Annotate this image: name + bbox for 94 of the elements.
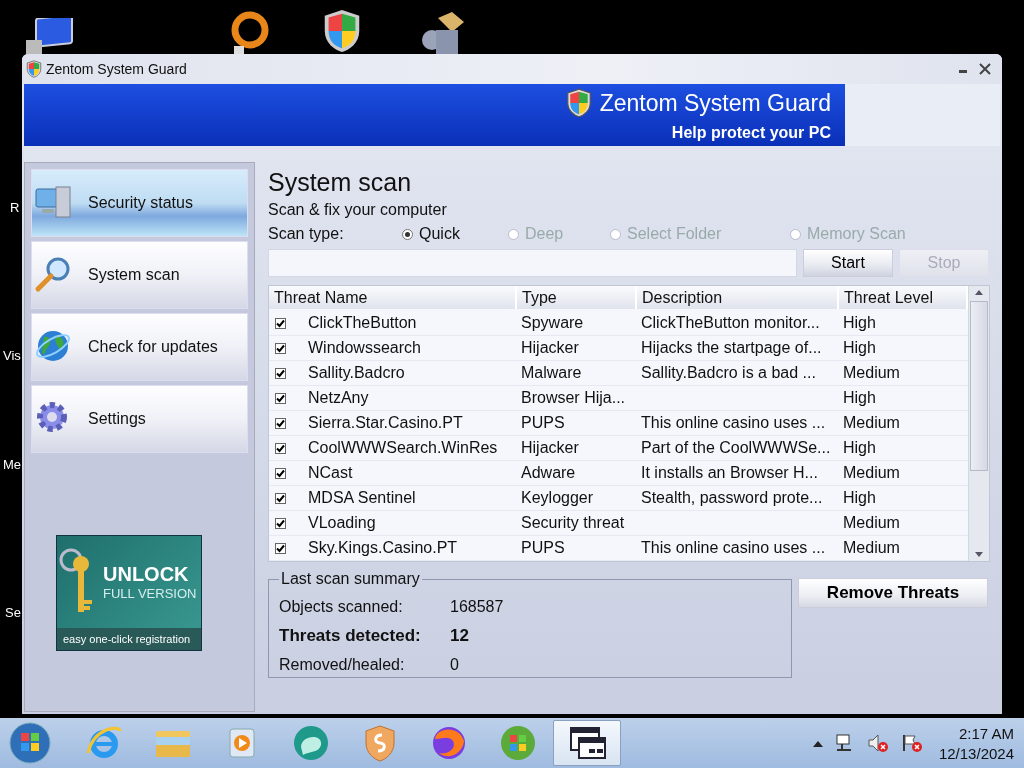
sidebar-item[interactable]: Check for updates — [31, 313, 248, 381]
table-cell: Keylogger — [521, 489, 594, 507]
checkbox[interactable] — [275, 542, 286, 554]
column-header[interactable]: Description — [637, 286, 839, 309]
table-cell: Sierra.Star.Casino.PT — [308, 414, 463, 432]
table-cell: High — [843, 339, 876, 357]
checkbox[interactable] — [275, 392, 286, 404]
table-cell: VLoading — [308, 514, 376, 532]
table-cell: Hijacker — [521, 439, 579, 457]
summary-value: 0 — [450, 655, 459, 674]
table-cell: Sallity.Badcro is a bad ... — [641, 364, 816, 382]
unlock-banner[interactable]: UNLOCK FULL VERSION easy one-click registration — [56, 535, 202, 651]
table-cell: Hijacks the startpage of... — [641, 339, 822, 357]
shield-icon — [26, 60, 42, 78]
table-cell: ClickTheButton — [308, 314, 417, 332]
summary-value: 168587 — [450, 597, 504, 616]
checkbox[interactable] — [275, 342, 286, 354]
table-cell: This online casino uses ... — [641, 539, 826, 557]
table-cell: High — [843, 489, 876, 507]
table-cell: Stealth, password prote... — [641, 489, 823, 507]
table-cell: High — [843, 314, 876, 332]
close-icon — [979, 63, 991, 75]
checkbox[interactable] — [275, 492, 286, 504]
taskbar-button[interactable] — [553, 720, 621, 766]
table-cell: Adware — [521, 464, 576, 482]
sidebar-item[interactable]: System scan — [31, 241, 248, 309]
summary-value: 12 — [450, 625, 469, 646]
window-title: Zentom System Guard — [46, 61, 188, 77]
table-cell: Part of the CoolWWWSe... — [641, 439, 831, 457]
windows-orb-icon — [498, 723, 538, 763]
clock-time[interactable]: 2:17 AM — [958, 724, 1014, 742]
checkbox[interactable] — [275, 367, 286, 379]
desktop-icon-label[interactable]: Vis — [3, 348, 21, 364]
promo-footer: easy one-click registration — [57, 628, 201, 650]
column-header[interactable]: Threat Level — [839, 286, 968, 309]
chat-bubble-icon — [291, 723, 331, 763]
table-cell: NCast — [308, 464, 353, 482]
table-cell: Medium — [843, 514, 900, 532]
table-cell: Medium — [843, 414, 900, 432]
checkbox[interactable] — [275, 317, 286, 329]
table-cell: Windowssearch — [308, 339, 421, 357]
table-cell: NetzAny — [308, 389, 369, 407]
desktop-icon-label[interactable]: R — [10, 200, 20, 216]
table-cell: Hijacker — [521, 339, 579, 357]
column-header[interactable]: Threat Name — [269, 286, 517, 309]
sidebar-item[interactable]: Settings — [31, 385, 248, 453]
table-cell: PUPS — [521, 539, 565, 557]
summary-label: Removed/healed: — [279, 655, 406, 674]
checkbox[interactable] — [275, 442, 286, 454]
checkbox[interactable] — [275, 517, 286, 529]
desktop-icon-label[interactable]: Se — [5, 605, 21, 621]
table-cell: Spyware — [521, 314, 584, 332]
page-subtitle: Scan & fix your computer — [268, 201, 448, 219]
promo-subtitle: FULL VERSION — [103, 586, 197, 601]
column-header[interactable]: Type — [517, 286, 637, 309]
scan-button[interactable]: Start — [803, 249, 893, 277]
scan-type-label: Scan type: — [268, 225, 345, 243]
summary-label: Threats detected: — [279, 625, 422, 646]
sidebar-item[interactable]: Security status — [31, 169, 248, 237]
banner-subtitle: Help protect your PC — [671, 124, 831, 142]
start-button[interactable] — [6, 719, 54, 767]
scrollbar[interactable] — [968, 286, 989, 561]
checkbox[interactable] — [275, 417, 286, 429]
table-cell: High — [843, 389, 876, 407]
flag-alert-icon[interactable] — [900, 733, 923, 753]
scan-type-radio[interactable]: Quick — [402, 225, 508, 243]
desktop-icon-label[interactable]: Me — [3, 457, 22, 473]
remove-threats-button[interactable]: Remove Threats — [798, 578, 988, 608]
monitor-icon[interactable] — [24, 18, 76, 54]
table-cell: High — [843, 439, 876, 457]
clock-date[interactable]: 12/13/2024 — [938, 744, 1014, 762]
table-cell: CoolWWWSearch.WinRes — [308, 439, 498, 457]
table-cell: Medium — [843, 364, 900, 382]
table-cell: ClickTheButton monitor... — [641, 314, 820, 332]
page-title: System scan — [268, 168, 413, 197]
table-cell: Malware — [521, 364, 582, 382]
muted-speaker-icon[interactable] — [866, 733, 889, 753]
table-cell: This online casino uses ... — [641, 414, 826, 432]
shield-icon — [565, 88, 592, 118]
promo-title: UNLOCK — [103, 563, 189, 586]
table-cell: Security threat — [521, 514, 625, 532]
summary-title: Last scan summary — [280, 570, 421, 588]
table-cell: Medium — [843, 539, 900, 557]
table-cell: Sallity.Badcro — [308, 364, 405, 382]
table-cell: Medium — [843, 464, 900, 482]
checkbox[interactable] — [275, 467, 286, 479]
show-hidden-icons-icon[interactable] — [812, 739, 823, 747]
table-cell: Browser Hija... — [521, 389, 626, 407]
table-cell: Sky.Kings.Casino.PT — [308, 539, 458, 557]
banner-title: Zentom System Guard — [599, 89, 831, 117]
table-cell: It installs an Browser H... — [641, 464, 818, 482]
table-cell: PUPS — [521, 414, 565, 432]
summary-label: Objects scanned: — [279, 597, 404, 616]
table-cell: MDSA Sentinel — [308, 489, 416, 507]
